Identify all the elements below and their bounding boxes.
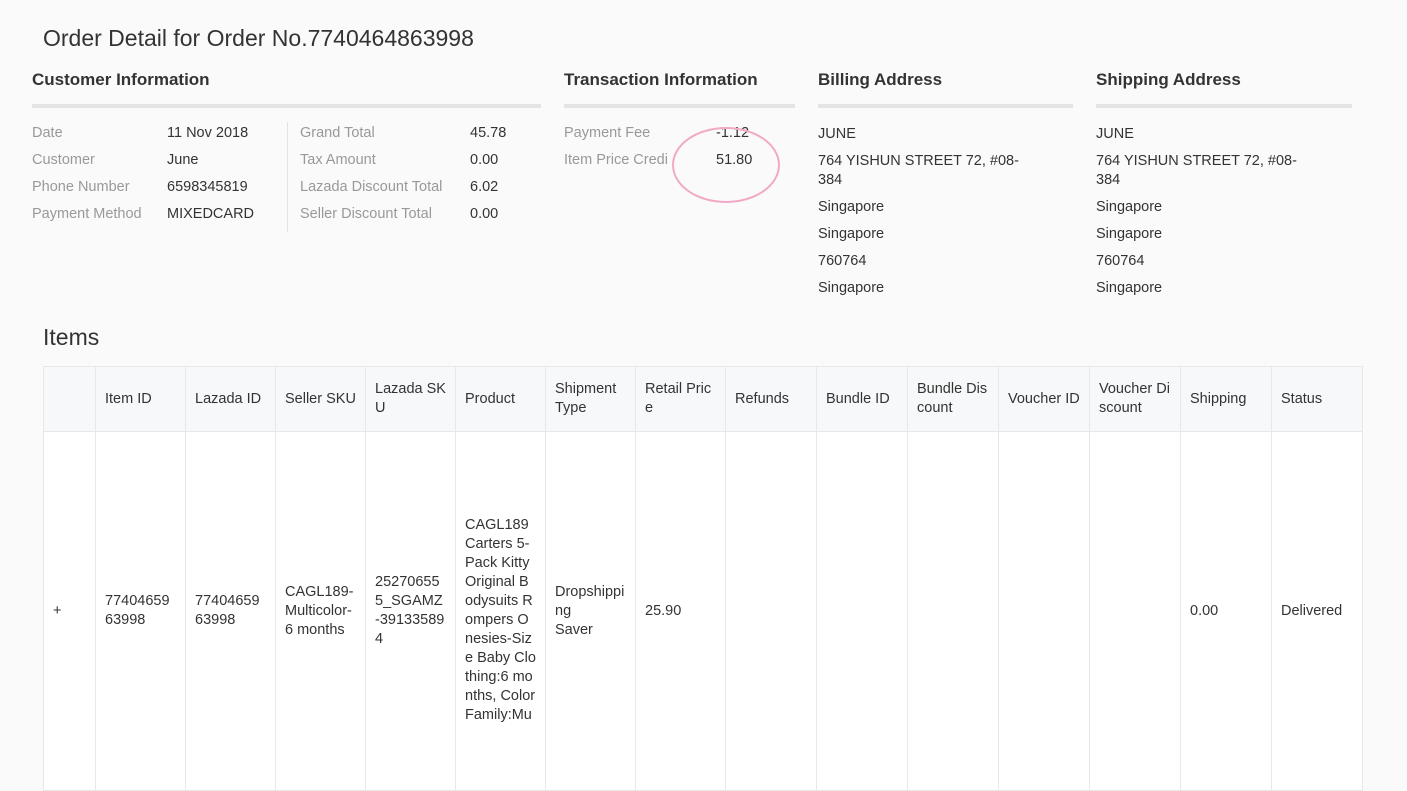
tax-amount-value: 0.00 bbox=[470, 152, 499, 168]
header-item-id: Item ID bbox=[95, 366, 186, 432]
billing-city: Singapore bbox=[818, 199, 885, 215]
transaction-info-divider bbox=[564, 104, 795, 108]
cell-item-id: 7740465963998 bbox=[95, 431, 186, 791]
header-refunds: Refunds bbox=[725, 366, 817, 432]
grand-total-label: Grand Total bbox=[300, 125, 375, 141]
cell-product: CAGL189 Carters 5-Pack Kitty Original Bo… bbox=[455, 431, 546, 791]
shipping-state: Singapore bbox=[1096, 226, 1163, 242]
cell-lazada-id: 7740465963998 bbox=[185, 431, 276, 791]
header-status: Status bbox=[1271, 366, 1363, 432]
highlight-circle-annotation bbox=[672, 127, 780, 203]
billing-state: Singapore bbox=[818, 226, 885, 242]
billing-country: Singapore bbox=[818, 280, 885, 296]
payment-method-value: MIXEDCARD bbox=[167, 206, 255, 222]
page-title: Order Detail for Order No.7740464863998 bbox=[43, 25, 474, 51]
cell-shipment-type: Dropshipping Saver bbox=[545, 431, 636, 791]
header-shipment-type: Shipment Type bbox=[545, 366, 636, 432]
tax-amount-label: Tax Amount bbox=[300, 152, 376, 168]
header-seller-sku: Seller SKU bbox=[275, 366, 366, 432]
phone-value: 6598345819 bbox=[167, 179, 248, 195]
customer-info-column-divider bbox=[287, 122, 288, 232]
expand-row-icon[interactable]: + bbox=[43, 431, 96, 791]
items-header-row: Item ID Lazada ID Seller SKU Lazada SKU … bbox=[43, 366, 1363, 432]
transaction-info-title: Transaction Information bbox=[564, 70, 758, 89]
shipment-method: Dropshipping bbox=[555, 583, 625, 619]
shipping-address-title: Shipping Address bbox=[1096, 70, 1241, 89]
header-bundle-id: Bundle ID bbox=[816, 366, 908, 432]
date-value: 11 Nov 2018 bbox=[167, 125, 249, 141]
shipping-postcode: 760764 bbox=[1096, 253, 1145, 269]
header-product: Product bbox=[455, 366, 546, 432]
lazada-discount-value: 6.02 bbox=[470, 179, 499, 195]
header-bundle-discount: Bundle Discount bbox=[907, 366, 999, 432]
shipment-speed: Saver bbox=[555, 621, 593, 638]
billing-postcode: 760764 bbox=[818, 253, 867, 269]
customer-value: June bbox=[167, 152, 199, 168]
cell-retail-price: 25.90 bbox=[635, 431, 726, 791]
shipping-street: 764 YISHUN STREET 72, #08-384 bbox=[1096, 153, 1297, 188]
customer-info-divider bbox=[32, 104, 541, 108]
header-retail-price: Retail Price bbox=[635, 366, 726, 432]
header-voucher-discount: Voucher Discount bbox=[1089, 366, 1181, 432]
lazada-discount-label: Lazada Discount Total bbox=[300, 179, 443, 195]
cell-bundle-discount bbox=[907, 431, 999, 791]
item-price-credit-label: Item Price Credi bbox=[564, 152, 668, 168]
cell-voucher-discount bbox=[1089, 431, 1181, 791]
cell-seller-sku: CAGL189-Multicolor-6 months bbox=[275, 431, 366, 791]
cell-lazada-sku: 252706555_SGAMZ-391335894 bbox=[365, 431, 456, 791]
shipping-address-divider bbox=[1096, 104, 1352, 108]
cell-bundle-id bbox=[816, 431, 908, 791]
shipping-country: Singapore bbox=[1096, 280, 1163, 296]
seller-discount-label: Seller Discount Total bbox=[300, 206, 432, 222]
cell-status: Delivered bbox=[1271, 431, 1363, 791]
shipping-name: JUNE bbox=[1096, 126, 1134, 142]
cell-refunds bbox=[725, 431, 817, 791]
shipping-city: Singapore bbox=[1096, 199, 1163, 215]
grand-total-value: 45.78 bbox=[470, 125, 507, 141]
items-table: Item ID Lazada ID Seller SKU Lazada SKU … bbox=[43, 366, 1363, 791]
customer-info-title: Customer Information bbox=[32, 70, 210, 89]
cell-voucher-id bbox=[998, 431, 1090, 791]
billing-street: 764 YISHUN STREET 72, #08-384 bbox=[818, 153, 1019, 188]
cell-shipping: 0.00 bbox=[1180, 431, 1272, 791]
date-label: Date bbox=[32, 125, 63, 141]
customer-label: Customer bbox=[32, 152, 95, 168]
header-voucher-id: Voucher ID bbox=[998, 366, 1090, 432]
phone-label: Phone Number bbox=[32, 179, 130, 195]
payment-method-label: Payment Method bbox=[32, 206, 142, 222]
billing-address-title: Billing Address bbox=[818, 70, 943, 89]
seller-discount-value: 0.00 bbox=[470, 206, 499, 222]
billing-name: JUNE bbox=[818, 126, 856, 142]
header-shipping: Shipping bbox=[1180, 366, 1272, 432]
header-expand bbox=[43, 366, 96, 432]
header-lazada-id: Lazada ID bbox=[185, 366, 276, 432]
table-row: + 7740465963998 7740465963998 CAGL189-Mu… bbox=[43, 431, 1363, 791]
billing-address-divider bbox=[818, 104, 1073, 108]
header-lazada-sku: Lazada SKU bbox=[365, 366, 456, 432]
payment-fee-label: Payment Fee bbox=[564, 125, 651, 141]
items-title: Items bbox=[43, 324, 100, 350]
